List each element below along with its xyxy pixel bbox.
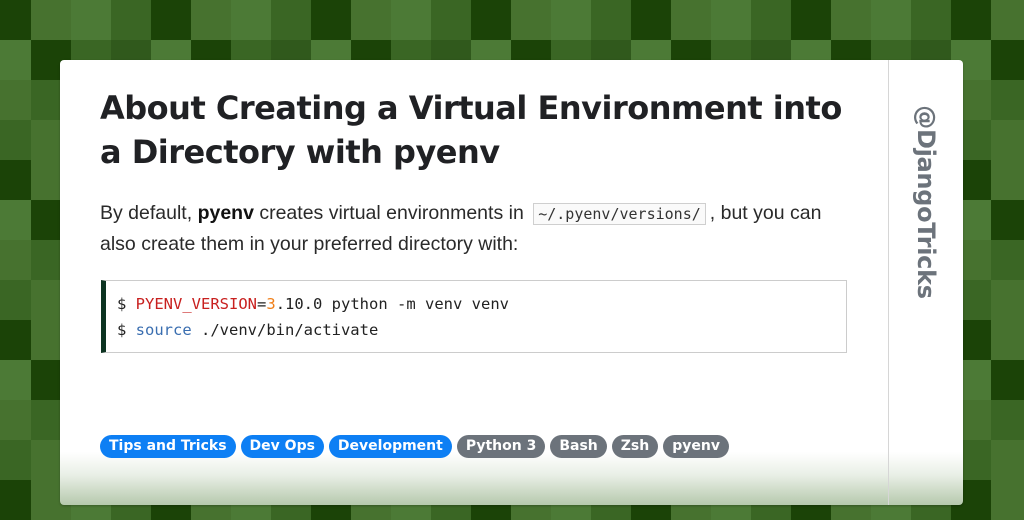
background-cell xyxy=(951,0,991,40)
code-env-var: PYENV_VERSION xyxy=(135,295,257,313)
background-cell xyxy=(271,0,311,40)
background-cell xyxy=(0,240,31,280)
background-cell xyxy=(831,0,871,40)
background-cell xyxy=(351,0,391,40)
background-cell xyxy=(991,0,1024,40)
background-cell xyxy=(391,0,431,40)
background-cell xyxy=(991,240,1024,280)
background-cell xyxy=(991,320,1024,360)
background-cell xyxy=(151,0,191,40)
background-cell xyxy=(0,40,31,80)
background-cell xyxy=(991,360,1024,400)
background-cell xyxy=(671,0,711,40)
background-cell xyxy=(0,480,31,520)
tag-zsh[interactable]: Zsh xyxy=(611,435,659,458)
background-cell xyxy=(871,0,911,40)
background-cell xyxy=(791,0,831,40)
background-cell xyxy=(991,200,1024,240)
background-cell xyxy=(511,0,551,40)
code-prompt: $ xyxy=(117,295,136,313)
tag-bash[interactable]: Bash xyxy=(550,435,607,458)
tag-pyenv[interactable]: pyenv xyxy=(663,435,729,458)
background-cell xyxy=(991,80,1024,120)
intro-bold-pyenv: pyenv xyxy=(197,202,254,224)
background-cell xyxy=(631,0,671,40)
code-line-1: $ PYENV_VERSION=3.10.0 python -m venv ve… xyxy=(117,291,846,317)
background-cell xyxy=(751,0,791,40)
background-cell xyxy=(0,320,31,360)
background-cell xyxy=(31,0,71,40)
background-cell xyxy=(0,200,31,240)
post-card: About Creating a Virtual Environment int… xyxy=(60,60,963,505)
background-cell xyxy=(991,120,1024,160)
code-line-2: $ source ./venv/bin/activate xyxy=(117,317,846,343)
background-cell xyxy=(591,0,631,40)
tag-list: Tips and Tricks Dev Ops Development Pyth… xyxy=(100,435,729,458)
background-cell xyxy=(0,0,31,40)
tag-python-3[interactable]: Python 3 xyxy=(456,435,546,458)
code-keyword: source xyxy=(135,321,192,339)
background-cell xyxy=(0,400,31,440)
tag-dev-ops[interactable]: Dev Ops xyxy=(240,435,324,458)
code-rest: ./venv/bin/activate xyxy=(191,321,379,339)
background-cell xyxy=(911,0,951,40)
background-cell xyxy=(311,0,351,40)
background-cell xyxy=(111,0,151,40)
background-cell xyxy=(0,120,31,160)
background-cell xyxy=(191,0,231,40)
background-cell xyxy=(991,440,1024,480)
background-cell xyxy=(471,0,511,40)
intro-paragraph: By default, pyenv creates virtual enviro… xyxy=(100,198,840,259)
code-number: 3 xyxy=(266,295,276,313)
code-block: $ PYENV_VERSION=3.10.0 python -m venv ve… xyxy=(101,280,847,353)
intro-text-2: creates virtual environments in xyxy=(253,202,530,224)
twitter-handle: @DjangoTricks xyxy=(912,105,940,299)
background-cell xyxy=(0,360,31,400)
code-equals: = xyxy=(257,295,267,313)
background-cell xyxy=(711,0,751,40)
intro-text-1: By default, xyxy=(100,202,198,224)
background-cell xyxy=(0,440,31,480)
background-cell xyxy=(991,480,1024,520)
inline-code-path: ~/.pyenv/versions/ xyxy=(533,203,706,225)
background-cell xyxy=(231,0,271,40)
background-cell xyxy=(991,160,1024,200)
code-rest: .10.0 python -m venv venv xyxy=(275,295,509,313)
tag-tips-and-tricks[interactable]: Tips and Tricks xyxy=(100,435,236,458)
tag-development[interactable]: Development xyxy=(328,435,452,458)
background-cell xyxy=(71,0,111,40)
sidebar-divider xyxy=(888,60,889,505)
background-cell xyxy=(431,0,471,40)
post-title: About Creating a Virtual Environment int… xyxy=(100,89,842,171)
background-cell xyxy=(991,280,1024,320)
background-cell xyxy=(991,400,1024,440)
background-cell xyxy=(0,80,31,120)
background-cell xyxy=(0,280,31,320)
background-cell xyxy=(551,0,591,40)
background-cell xyxy=(0,160,31,200)
background-cell xyxy=(991,40,1024,80)
code-prompt: $ xyxy=(117,321,136,339)
